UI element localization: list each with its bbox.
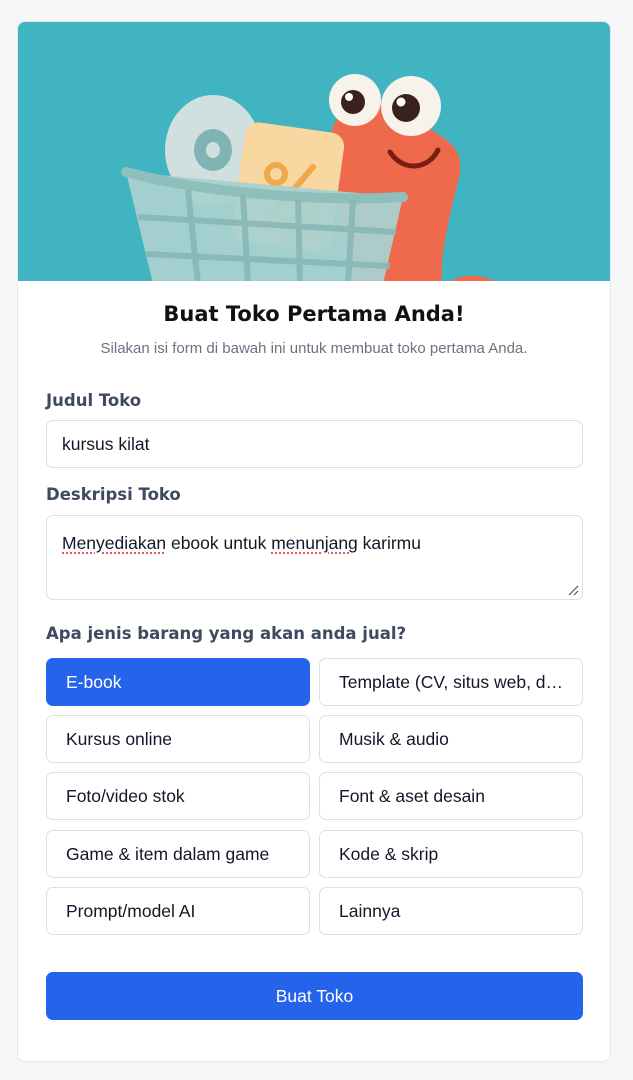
resize-handle-icon[interactable] [567,584,579,596]
store-title-label: Judul Toko [46,391,142,410]
description-word: ebook untuk [166,533,272,553]
product-type-option[interactable]: Kode & skrip [319,830,583,878]
product-type-option[interactable]: Prompt/model AI [46,887,310,935]
page-subtitle: Silakan isi form di bawah ini untuk memb… [100,340,528,357]
store-title-input[interactable]: kursus kilat [46,420,583,468]
product-type-option[interactable]: Lainnya [319,887,583,935]
description-word: menunjang [271,533,358,553]
product-type-option[interactable]: Template (CV, situs web, desain) [319,658,583,706]
store-description-textarea[interactable]: Menyediakan ebook untuk menunjang karirm… [46,515,583,600]
product-type-label: Apa jenis barang yang akan anda jual? [46,624,407,643]
product-type-option[interactable]: Game & item dalam game [46,830,310,878]
store-description-label: Deskripsi Toko [46,485,181,504]
product-type-option[interactable]: Musik & audio [319,715,583,763]
description-word: Menyediakan [62,533,167,553]
product-type-option[interactable]: Foto/video stok [46,772,310,820]
product-type-option[interactable]: Font & aset desain [319,772,583,820]
page-title: Buat Toko Pertama Anda! [163,302,465,326]
product-type-option[interactable]: E-book [46,658,310,706]
hero-banner [18,22,610,281]
hero-illustration [121,74,494,281]
description-word: karirmu [357,533,421,553]
create-store-card: Buat Toko Pertama Anda! Silakan isi form… [17,21,611,1062]
product-type-option[interactable]: Kursus online [46,715,310,763]
store-title-value: kursus kilat [62,434,150,454]
create-store-button[interactable]: Buat Toko [46,972,583,1020]
